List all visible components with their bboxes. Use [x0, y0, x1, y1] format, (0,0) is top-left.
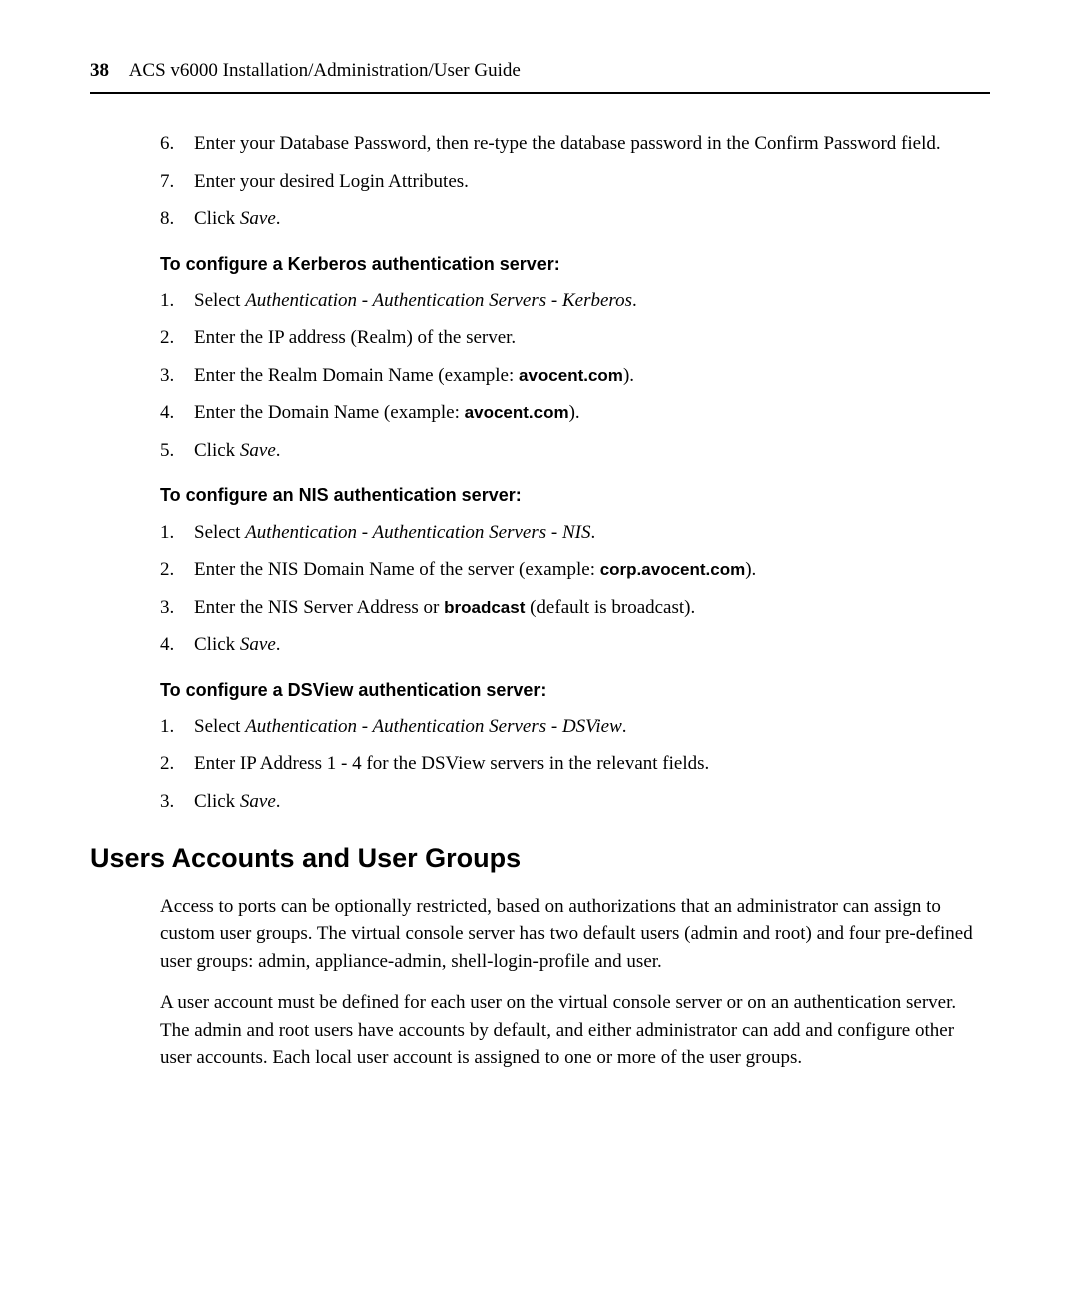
document-page: 38 ACS v6000 Installation/Administration… — [0, 0, 1080, 1146]
list-item: 3.Enter the NIS Server Address or broadc… — [160, 594, 990, 622]
step-number: 3. — [160, 362, 194, 390]
step-number: 2. — [160, 324, 194, 352]
step-number: 1. — [160, 287, 194, 315]
step-number: 8. — [160, 205, 194, 233]
list-item: 6.Enter your Database Password, then re-… — [160, 130, 990, 158]
code-bold: broadcast — [444, 598, 525, 617]
code-bold: corp.avocent.com — [600, 560, 746, 579]
step-text: Select Authentication - Authentication S… — [194, 713, 990, 741]
list-item: 7.Enter your desired Login Attributes. — [160, 168, 990, 196]
code-bold: avocent.com — [519, 366, 623, 385]
step-text: Enter your desired Login Attributes. — [194, 168, 990, 196]
list-item: 1.Select Authentication - Authentication… — [160, 287, 990, 315]
step-list-dsview: 1.Select Authentication - Authentication… — [160, 713, 990, 816]
list-item: 3.Enter the Realm Domain Name (example: … — [160, 362, 990, 390]
step-text: Enter the Domain Name (example: avocent.… — [194, 399, 990, 427]
step-text: Select Authentication - Authentication S… — [194, 519, 990, 547]
proc-heading-kerberos: To configure a Kerberos authentication s… — [160, 251, 990, 277]
list-item: 1.Select Authentication - Authentication… — [160, 519, 990, 547]
step-number: 6. — [160, 130, 194, 158]
step-number: 2. — [160, 556, 194, 584]
list-item: 4.Enter the Domain Name (example: avocen… — [160, 399, 990, 427]
page-number: 38 — [90, 60, 109, 81]
page-content: 6.Enter your Database Password, then re-… — [160, 130, 990, 1072]
step-text: Click Save. — [194, 205, 990, 233]
list-item: 3.Click Save. — [160, 788, 990, 816]
emphasis: Save — [240, 208, 276, 229]
step-number: 5. — [160, 437, 194, 465]
list-item: 4.Click Save. — [160, 631, 990, 659]
step-text: Enter IP Address 1 - 4 for the DSView se… — [194, 750, 990, 778]
step-number: 1. — [160, 519, 194, 547]
emphasis: Save — [240, 791, 276, 812]
step-number: 2. — [160, 750, 194, 778]
step-text: Enter the IP address (Realm) of the serv… — [194, 324, 990, 352]
emphasis: Save — [240, 440, 276, 461]
step-number: 3. — [160, 594, 194, 622]
list-item: 2.Enter the IP address (Realm) of the se… — [160, 324, 990, 352]
list-item: 5.Click Save. — [160, 437, 990, 465]
section-heading-users: Users Accounts and User Groups — [90, 839, 990, 878]
list-item: 8.Click Save. — [160, 205, 990, 233]
list-item: 2.Enter IP Address 1 - 4 for the DSView … — [160, 750, 990, 778]
page-header: 38 ACS v6000 Installation/Administration… — [90, 60, 990, 94]
step-list-nis: 1.Select Authentication - Authentication… — [160, 519, 990, 659]
body-paragraph: Access to ports can be optionally restri… — [160, 893, 990, 976]
list-item: 2.Enter the NIS Domain Name of the serve… — [160, 556, 990, 584]
step-text: Select Authentication - Authentication S… — [194, 287, 990, 315]
step-text: Enter your Database Password, then re-ty… — [194, 130, 990, 158]
step-list-continued: 6.Enter your Database Password, then re-… — [160, 130, 990, 233]
proc-heading-nis: To configure an NIS authentication serve… — [160, 482, 990, 508]
list-item: 1.Select Authentication - Authentication… — [160, 713, 990, 741]
step-text: Enter the NIS Domain Name of the server … — [194, 556, 990, 584]
step-text: Click Save. — [194, 437, 990, 465]
step-number: 4. — [160, 399, 194, 427]
step-text: Click Save. — [194, 788, 990, 816]
step-number: 4. — [160, 631, 194, 659]
body-paragraph: A user account must be defined for each … — [160, 989, 990, 1072]
step-text: Enter the NIS Server Address or broadcas… — [194, 594, 990, 622]
step-number: 3. — [160, 788, 194, 816]
step-text: Click Save. — [194, 631, 990, 659]
step-list-kerberos: 1.Select Authentication - Authentication… — [160, 287, 990, 465]
step-text: Enter the Realm Domain Name (example: av… — [194, 362, 990, 390]
step-number: 1. — [160, 713, 194, 741]
proc-heading-dsview: To configure a DSView authentication ser… — [160, 677, 990, 703]
emphasis: Authentication - Authentication Servers … — [245, 522, 590, 543]
running-header: ACS v6000 Installation/Administration/Us… — [129, 60, 521, 81]
step-number: 7. — [160, 168, 194, 196]
emphasis: Save — [240, 634, 276, 655]
emphasis: Authentication - Authentication Servers … — [245, 716, 622, 737]
emphasis: Authentication - Authentication Servers … — [245, 290, 632, 311]
code-bold: avocent.com — [465, 403, 569, 422]
